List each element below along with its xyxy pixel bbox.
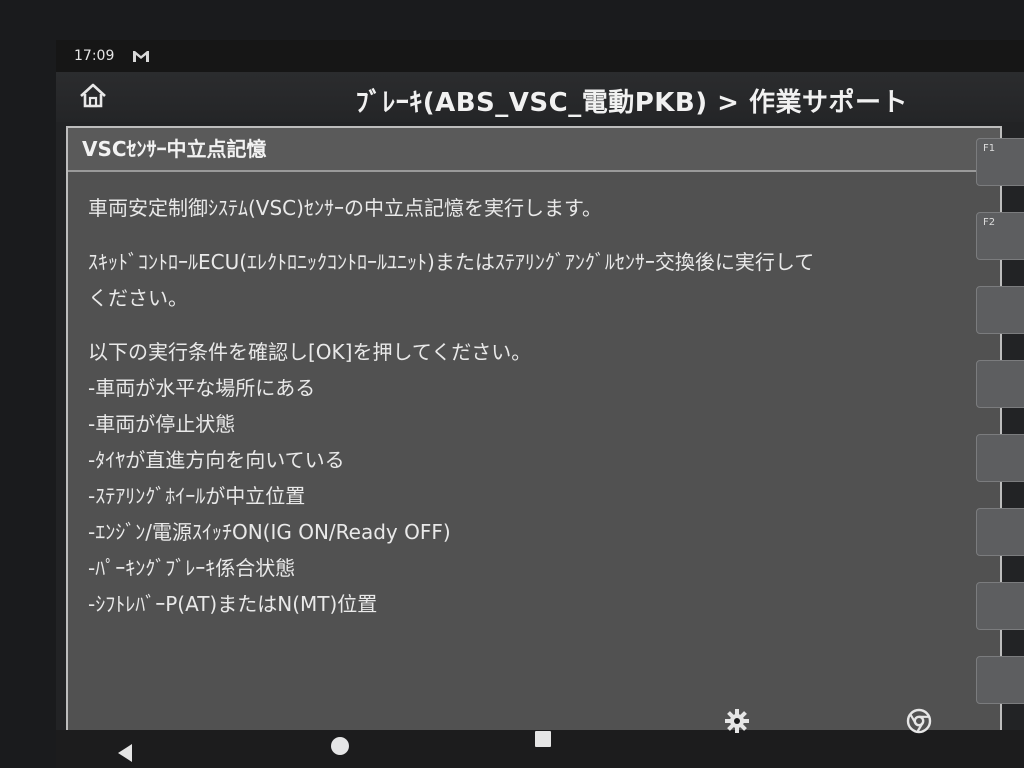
f3-button[interactable] xyxy=(976,286,1024,334)
instruction-line: 以下の実行条件を確認し[OK]を押してください。 xyxy=(88,340,532,364)
home-circle-icon[interactable] xyxy=(330,736,350,756)
home-icon[interactable] xyxy=(78,81,108,111)
android-nav-bar xyxy=(56,708,1024,768)
f6-button[interactable] xyxy=(976,508,1024,556)
replacement-note-line: ｽｷｯﾄﾞｺﾝﾄﾛｰﾙECU(ｴﾚｸﾄﾛﾆｯｸｺﾝﾄﾛｰﾙﾕﾆｯﾄ)またはｽﾃｱ… xyxy=(88,250,815,274)
f2-button[interactable]: F2 xyxy=(976,212,1024,260)
f7-button[interactable] xyxy=(976,582,1024,630)
f1-label: F1 xyxy=(983,143,996,154)
f8-button[interactable] xyxy=(976,656,1024,704)
condition-item: -車両が停止状態 xyxy=(88,412,236,436)
f4-button[interactable] xyxy=(976,360,1024,408)
condition-item: -ｼﾌﾄﾚﾊﾞｰP(AT)またはN(MT)位置 xyxy=(88,592,378,616)
settings-gear-icon[interactable] xyxy=(724,708,750,734)
dialog-title: VSCｾﾝｻｰ中立点記憶 xyxy=(68,128,1000,172)
chrome-icon[interactable] xyxy=(906,708,932,734)
description-line: 車両安定制御ｼｽﾃﾑ(VSC)ｾﾝｻｰの中立点記憶を実行します。 xyxy=(88,196,602,220)
condition-item: -ﾊﾟｰｷﾝｸﾞﾌﾞﾚｰｷ係合状態 xyxy=(88,556,296,580)
tablet-screen: 17:09 ﾌﾞﾚｰｷ(ABS_VSC_電動PKB) > 作業サポート VSCｾ… xyxy=(56,40,1024,768)
gmail-icon xyxy=(132,48,150,64)
function-key-column: F1 F2 xyxy=(974,128,1024,728)
condition-item: -ｽﾃｱﾘﾝｸﾞﾎｲｰﾙが中立位置 xyxy=(88,484,306,508)
recents-icon[interactable] xyxy=(534,730,552,748)
condition-item: -ﾀｲﾔが直進方向を向いている xyxy=(88,448,345,472)
page-title: ﾌﾞﾚｰｷ(ABS_VSC_電動PKB) > 作業サポート xyxy=(355,88,908,118)
message-dialog: VSCｾﾝｻｰ中立点記憶 車両安定制御ｼｽﾃﾑ(VSC)ｾﾝｻｰの中立点記憶を実… xyxy=(66,126,1002,740)
replacement-note-line-cont: ください。 xyxy=(88,286,188,310)
f5-button[interactable] xyxy=(976,434,1024,482)
app-header: ﾌﾞﾚｰｷ(ABS_VSC_電動PKB) > 作業サポート xyxy=(56,72,1024,122)
dialog-body: 車両安定制御ｼｽﾃﾑ(VSC)ｾﾝｻｰの中立点記憶を実行します。 ｽｷｯﾄﾞｺﾝ… xyxy=(68,172,1000,622)
back-icon[interactable] xyxy=(116,742,134,764)
status-time: 17:09 xyxy=(74,48,115,64)
condition-item: -ｴﾝｼﾞﾝ/電源ｽｲｯﾁON(IG ON/Ready OFF) xyxy=(88,520,451,544)
condition-item: -車両が水平な場所にある xyxy=(88,376,316,400)
f2-label: F2 xyxy=(983,217,996,228)
status-bar: 17:09 xyxy=(56,40,1024,72)
f1-button[interactable]: F1 xyxy=(976,138,1024,186)
